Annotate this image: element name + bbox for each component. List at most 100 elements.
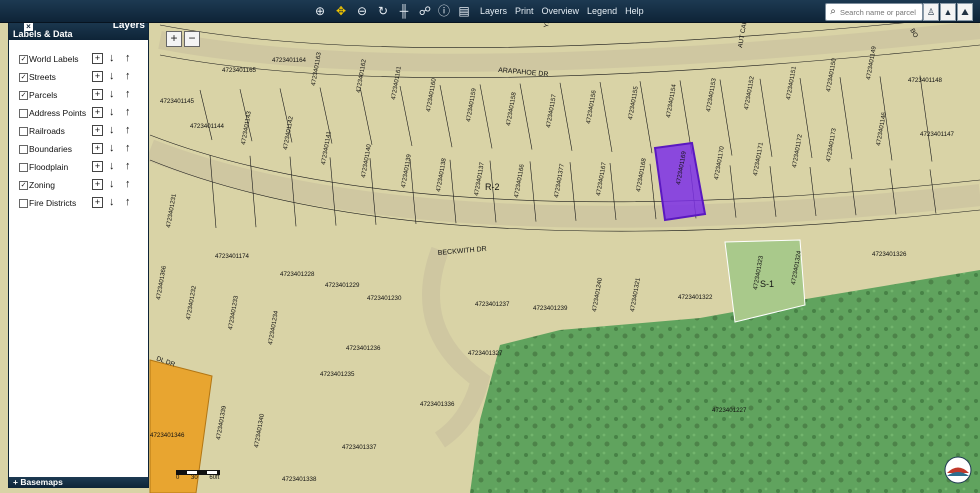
move-down-icon[interactable]: ↓ [109,178,115,190]
layer-options-icon[interactable]: + [92,143,103,154]
layer-row: Floodplain + ↓ ↑ [19,160,143,175]
layer-options-icon[interactable]: + [92,125,103,136]
parcel-number-label: 4723401165 [222,67,257,74]
layer-checkbox[interactable]: ✓ [19,181,28,190]
move-down-icon[interactable]: ↓ [109,196,115,208]
scale-label-60: 60ft [209,475,220,481]
menu-print[interactable]: Print [515,6,534,16]
move-down-icon[interactable]: ↓ [109,106,115,118]
move-down-icon[interactable]: ↓ [109,52,115,64]
zoom-box-icon[interactable]: ⊕ [312,3,328,19]
layer-options-icon[interactable]: + [92,197,103,208]
move-down-icon[interactable]: ↓ [109,124,115,136]
layer-options-icon[interactable]: + [92,71,103,82]
layer-label: Railroads [29,126,65,136]
parcel-number-label: 4723401229 [325,282,360,289]
search-input[interactable] [840,7,918,17]
scale-bar: 0 30 60ft [176,470,220,481]
parcel-number-label: 4723401239 [533,305,568,312]
parcel-number-label: 4723401327 [468,350,503,357]
parcel-number-label: 4723401144 [190,123,225,130]
rotate-icon[interactable]: ↻ [375,3,391,19]
parcel-number-label: 4723401228 [280,271,315,278]
layer-options-icon[interactable]: + [92,179,103,190]
parcel-number-label: 4723401147 [920,131,955,138]
move-down-icon[interactable]: ↓ [109,88,115,100]
menu-help[interactable]: Help [625,6,644,16]
info-icon[interactable]: ⓘ [436,3,452,19]
zoom-out-button[interactable]: − [184,31,200,47]
layer-label: Streets [29,72,56,82]
layer-row: Address Points + ↓ ↑ [19,106,143,121]
move-up-icon[interactable]: ↑ [125,196,131,208]
zoom-out-box-icon[interactable]: ⊖ [354,3,370,19]
layer-checkbox[interactable] [19,199,28,208]
layer-label: Fire Districts [29,198,77,208]
parcel-number-label: 4723401145 [160,98,195,105]
parcel-number-label: 4723401338 [282,476,317,483]
move-down-icon[interactable]: ↓ [109,142,115,154]
layer-checkbox[interactable] [19,109,28,118]
move-up-icon[interactable]: ↑ [125,142,131,154]
layer-checkbox[interactable] [19,163,28,172]
menu-legend[interactable]: Legend [587,6,617,16]
print-icon[interactable]: ▤ [456,3,472,19]
move-up-icon[interactable]: ↑ [125,106,131,118]
layer-checkbox[interactable]: ✓ [19,91,28,100]
layer-options-icon[interactable]: + [92,161,103,172]
layer-row: ✓ Streets + ↓ ↑ [19,70,143,85]
layer-options-icon[interactable]: + [92,53,103,64]
parcel-number-label: 4723401174 [215,253,250,260]
layer-row: Fire Districts + ↓ ↑ [19,196,143,211]
move-up-icon[interactable]: ↑ [125,178,131,190]
layer-label: Zoning [29,180,55,190]
move-up-icon[interactable]: ↑ [125,124,131,136]
move-up-icon[interactable]: ↑ [125,52,131,64]
parcel-number-label: 4723401148 [908,77,943,84]
search-box: ⌕ [825,3,923,21]
zoom-in-button[interactable]: + [166,31,182,47]
menu-layers[interactable]: Layers [480,6,507,16]
mountain-icon[interactable]: ⛰ [957,3,973,21]
parcel-number-label: 4723401164 [272,57,307,64]
zoom-controls: + − [166,31,200,47]
pan-icon[interactable]: ✥ [333,3,349,19]
parcel-number-label: 4723401230 [367,295,402,302]
identify-icon[interactable]: ☍ [417,3,433,19]
menu-overview[interactable]: Overview [542,6,580,16]
layer-checkbox[interactable]: ✓ [19,55,28,64]
section-title: Labels & Data [13,29,73,39]
search-icon[interactable]: ⌕ [826,5,840,19]
layer-row: Railroads + ↓ ↑ [19,124,143,139]
move-down-icon[interactable]: ↓ [109,160,115,172]
layer-checkbox[interactable]: ✓ [19,73,28,82]
layer-options-icon[interactable]: + [92,89,103,100]
move-down-icon[interactable]: ↓ [109,70,115,82]
move-up-icon[interactable]: ↑ [125,88,131,100]
parcel-number-label: 4723401227 [712,407,747,414]
road-icon[interactable]: ▲ [940,3,956,21]
layer-checkbox[interactable] [19,127,28,136]
layer-label: Floodplain [29,162,69,172]
parcel-number-label: 4723401326 [872,251,907,258]
measure-icon[interactable]: ╫ [396,3,412,19]
move-up-icon[interactable]: ↑ [125,160,131,172]
move-up-icon[interactable]: ↑ [125,70,131,82]
parcel-number-label: 4723401336 [420,401,455,408]
person-icon[interactable]: ♙ [923,3,939,21]
zone-label-s1: S-1 [760,279,774,289]
layer-checkbox[interactable] [19,145,28,154]
panel-header: × Layers Labels & Data [9,20,148,40]
parcel-number-label: 4723401236 [346,345,381,352]
layer-options-icon[interactable]: + [92,107,103,118]
basemaps-label: + Basemaps [13,477,63,487]
layer-label: World Labels [29,54,79,64]
basemaps-toggle[interactable]: + Basemaps [9,477,148,488]
layer-row: Boundaries + ↓ ↑ [19,142,143,157]
layer-row: ✓ World Labels + ↓ ↑ [19,52,143,67]
layer-label: Parcels [29,90,58,100]
labels-data-toggle[interactable]: Labels & Data [13,29,73,39]
top-menu: Layers Print Overview Legend Help [480,0,644,22]
layer-label: Address Points [29,108,87,118]
top-toolbar: ⊕ ✥ ⊖ ↻ ╫ ☍ ⓘ ▤ Layers Print Overview Le… [0,0,980,23]
